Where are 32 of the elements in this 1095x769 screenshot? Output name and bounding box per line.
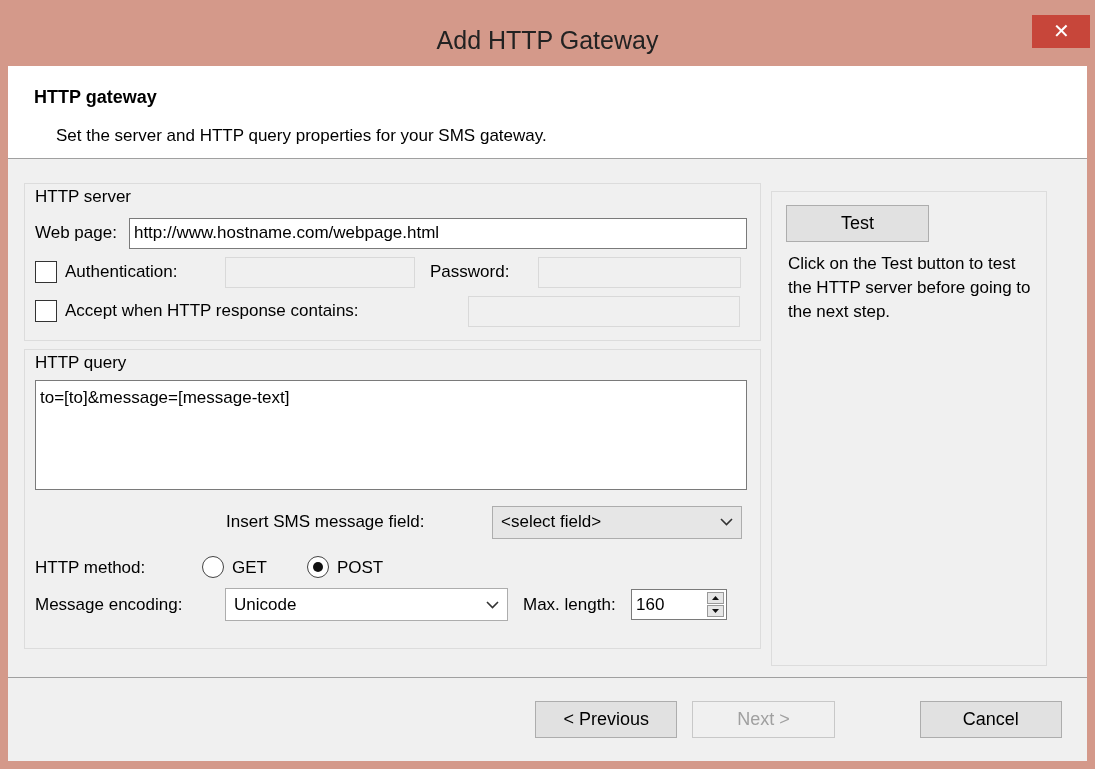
field-label: Insert SMS message field: — [226, 511, 426, 534]
field-label: HTTP method: — [35, 556, 147, 579]
caret-icon — [720, 518, 733, 526]
field-label: Web page: — [35, 222, 117, 245]
wizard-button[interactable]: < Previous — [535, 701, 678, 738]
checkbox-label: Authentication: — [65, 261, 179, 284]
test-button[interactable]: Test — [786, 205, 929, 242]
radio-button[interactable] — [306, 556, 329, 579]
help-text: Click on the Test button to test the HTTP server before going to the next step. — [788, 253, 1032, 323]
checkbox[interactable] — [35, 261, 57, 283]
wizard-button[interactable]: Cancel — [919, 701, 1062, 738]
field-label: Password: — [430, 261, 511, 284]
field-dropdown[interactable]: <select field> — [492, 505, 742, 539]
page-title: HTTP gateway — [34, 86, 158, 109]
query-text-area[interactable]: to=[to]&message=[message-text] — [35, 379, 747, 490]
checkbox[interactable] — [35, 300, 57, 322]
field-label: Message encoding: — [35, 593, 184, 616]
close-button[interactable]: ✕ — [1032, 15, 1090, 48]
radio-button[interactable] — [202, 556, 224, 579]
max-length-spinner[interactable]: 160 — [631, 589, 727, 620]
spinner-arrows-icon — [707, 592, 724, 617]
checkbox-label: Accept when HTTP response contains: — [65, 300, 360, 323]
window-title: Add HTTP Gateway — [436, 25, 659, 56]
group-label: HTTP server — [35, 186, 132, 208]
group-label: HTTP query — [35, 352, 127, 374]
page-description: Set the server and HTTP query properties for your SMS gateway. — [56, 125, 548, 147]
field-label: Max. length: — [523, 593, 617, 616]
web-page-field[interactable]: http://www.hostname.com/webpage.html — [128, 217, 747, 249]
radio-label: GET — [232, 556, 267, 579]
caret-icon — [486, 600, 499, 609]
encoding-dropdown[interactable]: Unicode — [225, 588, 508, 621]
radio-label: POST — [336, 556, 384, 579]
